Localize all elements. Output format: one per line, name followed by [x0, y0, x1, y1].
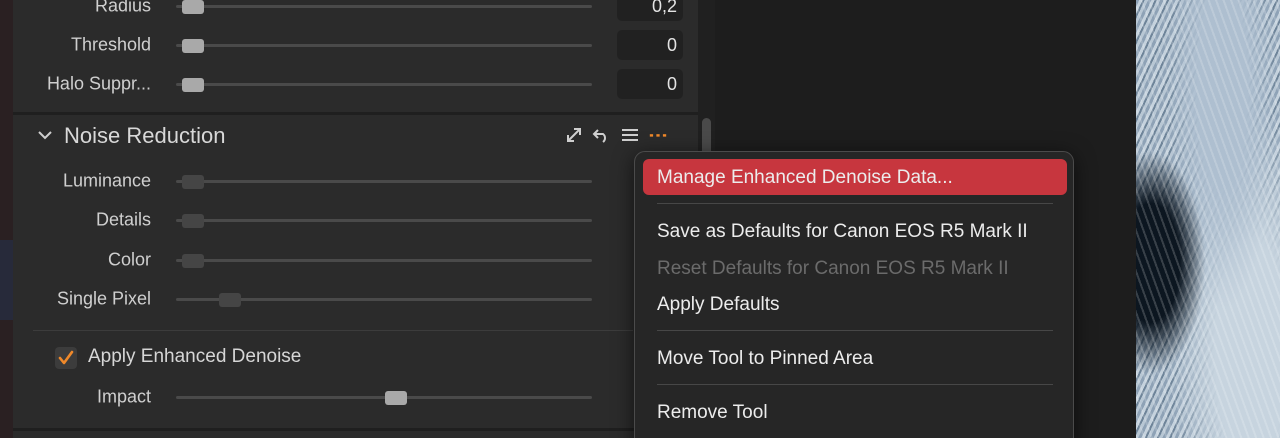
impact-slider-track[interactable]: [176, 390, 592, 405]
presets-icon[interactable]: [621, 126, 639, 144]
menu-item-manage-enhanced-denoise-data[interactable]: Manage Enhanced Denoise Data...: [657, 167, 953, 189]
tool-context-menu: Manage Enhanced Denoise Data... Save as …: [634, 151, 1074, 438]
menu-item-apply-defaults[interactable]: Apply Defaults: [657, 294, 780, 316]
halo-suppression-slider-thumb[interactable]: [181, 77, 204, 92]
color-slider-track[interactable]: [176, 253, 592, 268]
halo-suppression-slider-track[interactable]: [176, 77, 592, 92]
section-divider: [13, 112, 698, 115]
radius-value[interactable]: 0,2: [617, 0, 683, 21]
reset-icon[interactable]: [592, 126, 610, 144]
menu-item-remove-tool[interactable]: Remove Tool: [657, 402, 768, 424]
single-pixel-slider-thumb[interactable]: [219, 292, 242, 307]
threshold-row: Threshold 0: [13, 28, 698, 62]
single-pixel-label: Single Pixel: [56, 288, 151, 309]
radius-row: Radius 0,2: [13, 0, 698, 23]
menu-item-reset-defaults: Reset Defaults for Canon EOS R5 Mark II: [657, 258, 1009, 279]
details-slider-thumb[interactable]: [181, 213, 204, 228]
chevron-down-icon[interactable]: [37, 128, 53, 142]
single-pixel-slider-track[interactable]: [176, 292, 592, 307]
details-slider-track[interactable]: [176, 213, 592, 228]
menu-item-move-tool-to-pinned-area[interactable]: Move Tool to Pinned Area: [657, 348, 873, 370]
inner-divider: [33, 330, 633, 331]
impact-label: Impact: [96, 386, 151, 407]
radius-label: Radius: [94, 0, 151, 16]
threshold-slider-track[interactable]: [176, 38, 592, 53]
luminance-row: Luminance: [13, 164, 698, 198]
luminance-slider-track[interactable]: [176, 174, 592, 189]
halo-suppression-value[interactable]: 0: [617, 69, 683, 99]
details-row: Details: [13, 203, 698, 237]
impact-row: Impact: [13, 380, 698, 414]
menu-separator: [657, 384, 1053, 385]
threshold-value[interactable]: 0: [617, 30, 683, 60]
checkmark-icon: [58, 350, 74, 365]
radius-slider-thumb[interactable]: [181, 0, 204, 14]
section-divider-bottom: [13, 428, 698, 431]
color-row: Color: [13, 243, 698, 277]
luminance-label: Luminance: [62, 170, 151, 191]
single-pixel-row: Single Pixel: [13, 282, 698, 316]
left-edge-strip: [0, 0, 13, 438]
halo-suppression-row: Halo Suppr... 0: [13, 67, 698, 101]
more-icon[interactable]: [649, 126, 667, 144]
luminance-slider-thumb[interactable]: [181, 174, 204, 189]
enhanced-denoise-checkbox[interactable]: [55, 347, 77, 369]
enhanced-denoise-label[interactable]: Apply Enhanced Denoise: [88, 346, 301, 368]
threshold-label: Threshold: [70, 34, 151, 55]
halo-suppression-label: Halo Suppr...: [46, 73, 151, 94]
radius-slider-track[interactable]: [176, 0, 592, 14]
color-label: Color: [107, 249, 151, 270]
noise-reduction-title[interactable]: Noise Reduction: [64, 123, 225, 149]
menu-separator: [657, 203, 1053, 204]
details-label: Details: [95, 209, 151, 230]
impact-slider-thumb[interactable]: [385, 390, 408, 405]
photo-preview: [1136, 0, 1280, 438]
threshold-slider-thumb[interactable]: [181, 38, 204, 53]
menu-item-save-as-defaults[interactable]: Save as Defaults for Canon EOS R5 Mark I…: [657, 221, 1028, 243]
expand-icon[interactable]: [565, 126, 583, 144]
color-slider-thumb[interactable]: [181, 253, 204, 268]
menu-separator: [657, 330, 1053, 331]
